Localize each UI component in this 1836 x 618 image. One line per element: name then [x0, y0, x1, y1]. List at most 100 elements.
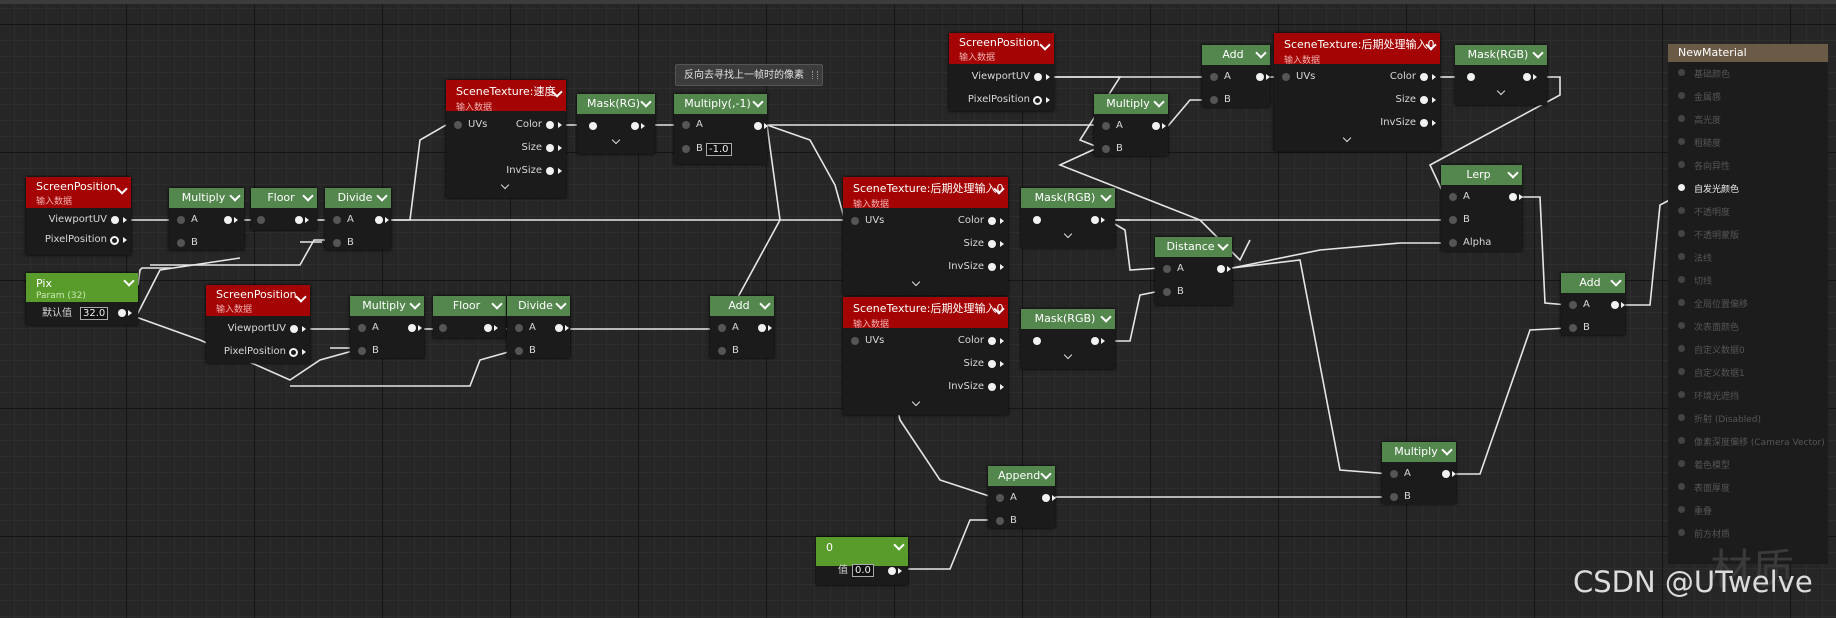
input-pin-icon[interactable] — [1102, 122, 1110, 130]
node-header[interactable]: Floor — [433, 296, 506, 316]
node-header[interactable]: ScreenPosition 输入数据 — [949, 33, 1054, 64]
output-pin-icon[interactable] — [118, 309, 126, 317]
node-sp1[interactable]: ScreenPosition 输入数据 ViewportUV PixelPositio… — [26, 177, 131, 255]
node-mul1[interactable]: Multiply A B — [169, 188, 244, 250]
node-maskrgb3[interactable]: Mask(RGB) — [1021, 309, 1115, 369]
result-pin-row[interactable]: 折射 (Disabled) — [1668, 407, 1828, 430]
output-pin-icon[interactable] — [988, 360, 996, 368]
chevron-down-icon[interactable] — [1039, 39, 1051, 51]
node-header[interactable]: Mask(RGB) — [1021, 188, 1115, 208]
result-pin-row[interactable]: 重叠 — [1668, 499, 1828, 522]
result-pin-row[interactable]: 像素深度偏移 (Camera Vector) — [1668, 430, 1828, 453]
result-pin-row[interactable]: 各向异性 — [1668, 154, 1828, 177]
param-value-field[interactable]: 0.0 — [852, 564, 874, 577]
input-pin-icon[interactable] — [682, 121, 690, 129]
chevron-down-icon[interactable] — [376, 190, 388, 202]
node-st2[interactable]: SceneTexture:后期处理输入0 输入数据 UVs Color Size InvS… — [843, 177, 1008, 295]
node-stv[interactable]: SceneTexture:速度 输入数据 UVs Color Size InvSize — [446, 80, 566, 198]
node-header[interactable]: Divide — [325, 188, 391, 208]
output-pin-icon[interactable] — [408, 324, 416, 332]
expand-chevron-icon[interactable] — [1496, 86, 1506, 96]
input-pin-icon[interactable] — [1678, 115, 1685, 122]
input-pin-icon[interactable] — [1678, 161, 1685, 168]
input-pin-icon[interactable] — [1102, 145, 1110, 153]
comment-bubble[interactable]: 反向去寻找上一帧时的像素 — [675, 64, 823, 86]
output-pin-icon[interactable] — [888, 567, 896, 575]
expand-chevron-icon[interactable] — [911, 277, 920, 287]
node-const0[interactable]: 0 值 0.0 — [816, 537, 908, 585]
input-pin-icon[interactable] — [851, 337, 859, 345]
node-header[interactable]: Distance — [1155, 237, 1232, 257]
node-mul4[interactable]: Multiply A B — [1382, 442, 1456, 504]
input-pin-icon[interactable] — [1467, 73, 1475, 81]
input-pin-icon[interactable] — [589, 122, 597, 130]
input-pin-icon[interactable] — [1678, 322, 1685, 329]
input-pin-icon[interactable] — [1678, 368, 1685, 375]
output-pin-icon[interactable] — [484, 324, 492, 332]
chevron-down-icon[interactable] — [409, 298, 421, 310]
output-pin-icon[interactable] — [988, 383, 996, 391]
chevron-down-icon[interactable] — [1100, 311, 1112, 323]
node-header[interactable]: Mask(RGB) — [1021, 309, 1115, 329]
node-header[interactable]: ScreenPosition 输入数据 — [26, 177, 131, 208]
input-pin-icon[interactable] — [439, 324, 447, 332]
expand-chevron-icon[interactable] — [1063, 350, 1073, 360]
expand-chevron-icon[interactable] — [1342, 133, 1352, 143]
output-pin-icon[interactable] — [988, 337, 996, 345]
input-pin-icon[interactable] — [1033, 337, 1041, 345]
node-add1[interactable]: Add A B — [1202, 45, 1270, 107]
result-pin-row[interactable]: 切线 — [1668, 269, 1828, 292]
result-pin-row[interactable]: 自发光颜色 — [1668, 177, 1828, 200]
input-pin-icon[interactable] — [1163, 265, 1171, 273]
node-header[interactable]: Pix Param (32) — [26, 273, 138, 302]
output-pin-icon[interactable] — [555, 324, 563, 332]
chevron-down-icon[interactable] — [1040, 468, 1052, 480]
input-pin-icon[interactable] — [1449, 216, 1457, 224]
result-pin-row[interactable]: 环境光遮挡 — [1668, 384, 1828, 407]
input-pin-icon[interactable] — [1678, 529, 1685, 536]
input-pin-icon[interactable] — [718, 324, 726, 332]
node-div1[interactable]: Divide A B — [325, 188, 391, 250]
chevron-down-icon[interactable] — [752, 96, 764, 108]
node-mul2[interactable]: Multiply A B — [350, 296, 424, 358]
input-pin-icon[interactable] — [1678, 69, 1685, 76]
node-header[interactable]: Add — [1561, 273, 1625, 293]
result-node[interactable]: NewMaterial 基础颜色 金属感 高光度 粗糙度 各向异性 自发光颜色 不透明度 不透… — [1668, 44, 1828, 564]
input-pin-icon[interactable] — [1678, 345, 1685, 352]
node-maskrgb2[interactable]: Mask(RGB) — [1021, 188, 1115, 248]
node-sp2[interactable]: ScreenPosition 输入数据 ViewportUV PixelPositio… — [206, 285, 310, 363]
node-header[interactable]: Divide — [507, 296, 570, 316]
node-mul3[interactable]: Multiply A B — [1094, 94, 1168, 156]
node-header[interactable]: SceneTexture:后期处理输入0 输入数据 — [843, 177, 1008, 208]
result-pin-row[interactable]: 自定义数据0 — [1668, 338, 1828, 361]
input-pin-icon[interactable] — [1678, 414, 1685, 421]
input-pin-icon[interactable] — [1678, 230, 1685, 237]
output-pin-icon[interactable] — [224, 216, 232, 224]
chevron-down-icon[interactable] — [555, 298, 567, 310]
node-sp3[interactable]: ScreenPosition 输入数据 ViewportUV PixelPositio… — [949, 33, 1054, 111]
node-header[interactable]: Add — [1202, 45, 1270, 65]
output-pin-icon[interactable] — [988, 240, 996, 248]
input-pin-icon[interactable] — [1678, 276, 1685, 283]
chevron-down-icon[interactable] — [302, 190, 314, 202]
expand-chevron-icon[interactable] — [911, 397, 920, 407]
input-pin-icon[interactable] — [1678, 483, 1685, 490]
chevron-down-icon[interactable] — [1507, 167, 1519, 179]
output-pin-icon[interactable] — [1217, 265, 1225, 273]
node-mulneg[interactable]: Multiply(,-1) A B -1.0 — [674, 94, 768, 164]
input-pin-icon[interactable] — [682, 145, 690, 153]
node-div2[interactable]: Divide A B — [507, 296, 570, 358]
output-pin-icon[interactable] — [1152, 122, 1160, 130]
output-pin-icon[interactable] — [111, 216, 119, 224]
result-pin-row[interactable]: 不透明度 — [1668, 200, 1828, 223]
output-pin-icon[interactable] — [1420, 96, 1428, 104]
node-header[interactable]: Multiply — [1094, 94, 1168, 114]
node-header[interactable]: Append — [988, 466, 1055, 486]
output-pin-icon[interactable] — [546, 144, 554, 152]
node-st1[interactable]: SceneTexture:后期处理输入0 输入数据 UVs Color Size InvS… — [1274, 33, 1440, 151]
output-pin-icon[interactable] — [295, 216, 303, 224]
node-maskrg[interactable]: Mask(RG) — [577, 94, 655, 154]
input-pin-icon[interactable] — [1678, 207, 1685, 214]
output-pin-icon[interactable] — [110, 236, 119, 245]
node-append[interactable]: Append A B — [988, 466, 1056, 528]
